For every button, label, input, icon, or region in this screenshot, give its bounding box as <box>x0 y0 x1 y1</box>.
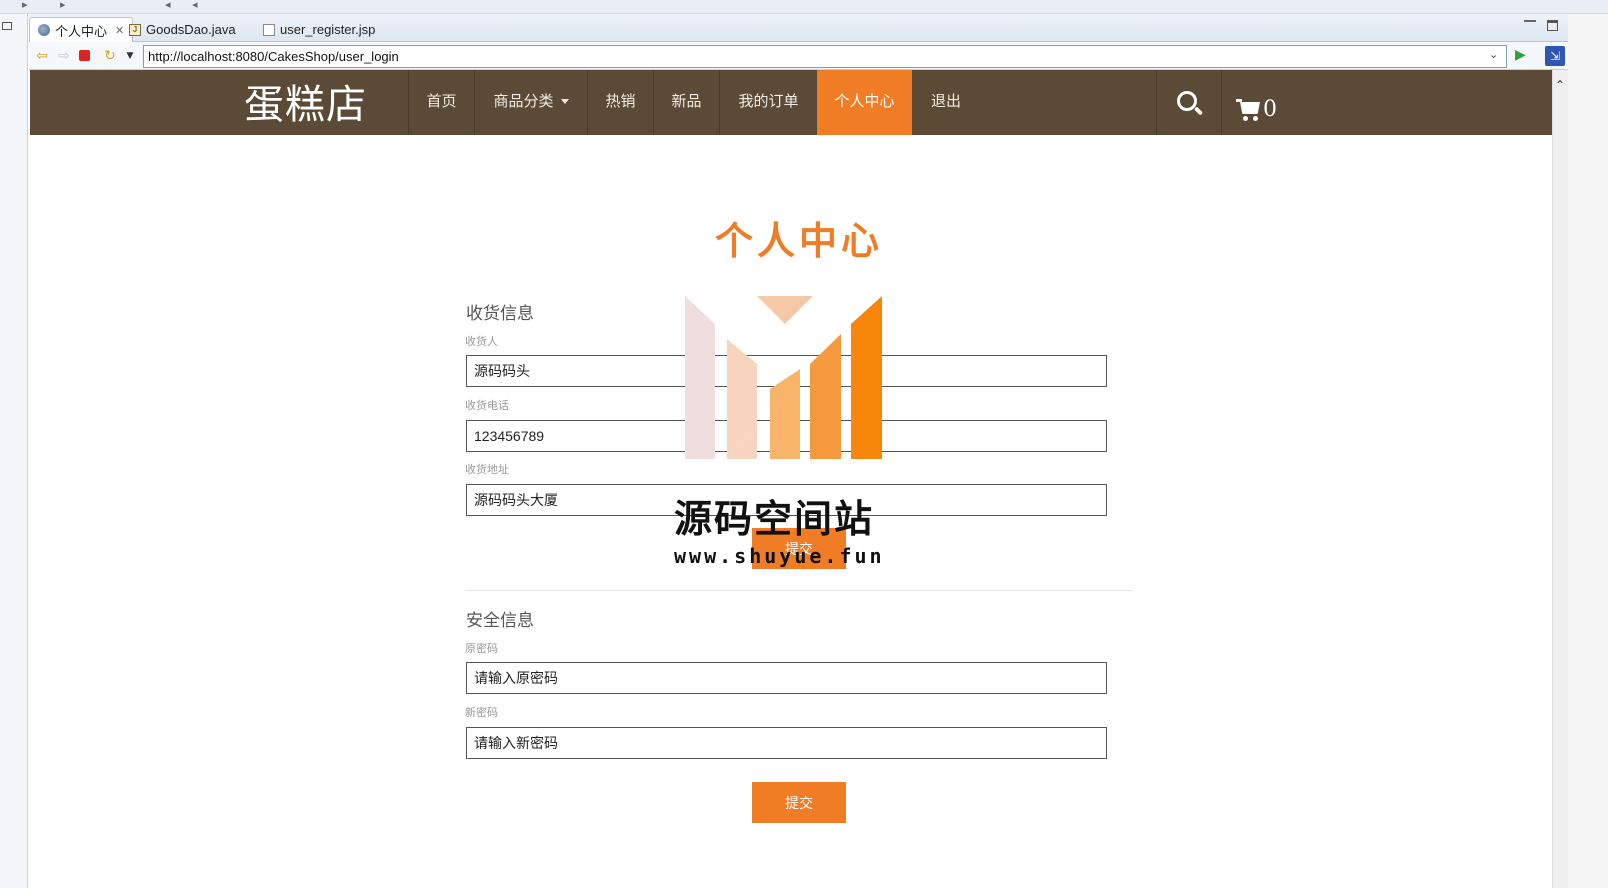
cart-count: 0 <box>1263 97 1277 122</box>
phone-input[interactable] <box>466 420 1107 452</box>
search-icon <box>1177 91 1197 111</box>
toolbar-back-icon[interactable]: ◂ <box>165 0 171 11</box>
browser-toolbar: ⇦ ⇨ ↻ ▼ ⌄ ▶ ⇲ <box>29 42 1608 70</box>
left-gutter <box>0 14 28 888</box>
jsp-file-icon <box>263 23 275 36</box>
tab-label: user_register.jsp <box>280 22 376 37</box>
site-logo[interactable]: 蛋糕店 <box>244 72 367 130</box>
section-divider <box>466 590 1132 591</box>
ide-toolbar: ▸ ▸ ◂ ◂ <box>0 0 1608 14</box>
new-password-label: 新密码 <box>465 706 498 719</box>
nav-my-orders[interactable]: 我的订单 <box>719 70 817 135</box>
page-title: 个人中心 <box>714 218 883 263</box>
security-submit-button[interactable]: 提交 <box>752 782 846 823</box>
forward-arrow-icon[interactable]: ⇨ <box>55 47 73 65</box>
maximize-icon[interactable] <box>1547 20 1558 31</box>
search-button[interactable] <box>1156 70 1222 135</box>
go-arrow-icon[interactable]: ▶ <box>1515 47 1526 63</box>
tab-label: GoodsDao.java <box>146 22 236 37</box>
minimize-icon[interactable] <box>1524 18 1536 22</box>
nav-new[interactable]: 新品 <box>653 70 719 135</box>
stop-icon[interactable] <box>79 50 90 61</box>
toolbar-run-icon[interactable]: ▸ <box>22 0 28 11</box>
cart-button[interactable]: 0 <box>1236 86 1277 122</box>
security-heading: 安全信息 <box>466 611 534 631</box>
receiver-label: 收货人 <box>465 335 498 348</box>
nav-logout[interactable]: 退出 <box>912 70 980 135</box>
site-header: 蛋糕店 首页 商品分类 热销 新品 我的订单 个人中心 退出 0 <box>30 70 1552 135</box>
page-viewport: 蛋糕店 首页 商品分类 热销 新品 我的订单 个人中心 退出 0 个人中心 收货… <box>30 70 1552 888</box>
new-password-input[interactable] <box>466 727 1107 759</box>
address-input[interactable] <box>466 484 1107 516</box>
vertical-scrollbar[interactable]: ⌃ <box>1552 70 1568 888</box>
toolbar-forward-icon[interactable]: ◂ <box>192 0 198 11</box>
shipping-submit-button[interactable]: 提交 <box>752 528 846 569</box>
back-arrow-icon[interactable]: ⇦ <box>33 47 51 65</box>
tab-user-center[interactable]: 个人中心 ✕ <box>29 17 134 42</box>
nav-hot[interactable]: 热销 <box>587 70 653 135</box>
tab-user-register[interactable]: user_register.jsp <box>255 17 383 42</box>
watermark-logo-icon <box>685 296 882 459</box>
refresh-icon[interactable]: ↻ <box>101 47 119 65</box>
old-password-input[interactable] <box>466 662 1107 694</box>
tab-goods-dao[interactable]: J GoodsDao.java <box>121 17 244 42</box>
open-external-icon[interactable]: ⇲ <box>1545 46 1565 66</box>
scroll-up-arrow-icon[interactable]: ⌃ <box>1555 78 1565 92</box>
caret-down-icon <box>560 99 569 104</box>
chevron-down-icon[interactable]: ▼ <box>121 47 139 65</box>
receiver-input[interactable] <box>466 355 1107 387</box>
address-label: 收货地址 <box>465 463 509 476</box>
editor-tab-strip: 个人中心 ✕ J GoodsDao.java user_register.jsp <box>29 14 1608 42</box>
old-password-label: 原密码 <box>465 642 498 655</box>
tab-label: 个人中心 <box>55 23 108 39</box>
shipping-heading: 收货信息 <box>466 304 534 324</box>
toolbar-debug-icon[interactable]: ▸ <box>60 0 66 11</box>
ide-right-edge <box>1568 14 1608 888</box>
nav-user-center[interactable]: 个人中心 <box>817 70 912 135</box>
phone-label: 收货电话 <box>465 399 509 412</box>
url-history-chevron-icon[interactable]: ⌄ <box>1489 48 1498 61</box>
java-file-icon: J <box>129 23 141 36</box>
restore-view-icon[interactable] <box>2 22 12 30</box>
url-input[interactable] <box>143 45 1507 68</box>
nav-home[interactable]: 首页 <box>408 70 474 135</box>
nav-categories[interactable]: 商品分类 <box>474 70 587 135</box>
nav-categories-label: 商品分类 <box>493 92 554 110</box>
shopping-cart-icon <box>1236 98 1262 122</box>
globe-icon <box>38 24 50 36</box>
